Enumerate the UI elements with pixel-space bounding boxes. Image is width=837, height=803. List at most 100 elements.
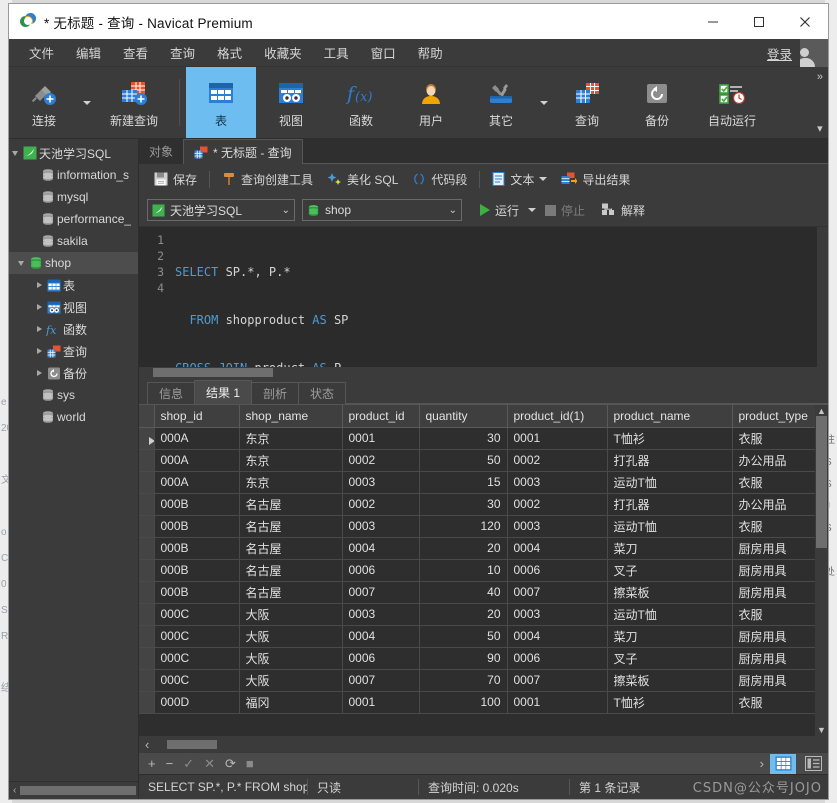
avatar[interactable] — [800, 39, 828, 67]
table-cell-shop-id[interactable]: 000A — [154, 427, 240, 450]
tree-node-tables[interactable]: 表 — [9, 274, 138, 296]
table-cell-shop-name[interactable]: 东京 — [239, 427, 343, 450]
expander-down-icon[interactable] — [15, 260, 27, 266]
table-cell-product-type[interactable]: 厨房用具 — [732, 537, 815, 560]
row-marker[interactable] — [139, 625, 155, 648]
table-cell-product-id-1-[interactable]: 0007 — [507, 581, 608, 604]
tree-node-sys[interactable]: sys — [9, 384, 138, 406]
table-row[interactable]: 000A 东京 0001 30 0001 T恤衫 衣服 — [139, 427, 815, 450]
table-cell-product-name[interactable]: 擦菜板 — [607, 581, 733, 604]
table-cell-product-name[interactable]: T恤衫 — [607, 427, 733, 450]
table-cell-quantity[interactable]: 30 — [419, 493, 508, 516]
table-cell-quantity[interactable]: 20 — [419, 537, 508, 560]
table-cell-quantity[interactable]: 15 — [419, 471, 508, 494]
editor-code-area[interactable]: SELECT SP.*, P.* FROM shopproduct AS SP … — [169, 227, 828, 423]
row-marker[interactable] — [139, 559, 155, 582]
other-dropdown-caret[interactable] — [536, 67, 552, 138]
table-row[interactable]: 000B 名古屋 0002 30 0002 打孔器 办公用品 — [139, 493, 815, 516]
explain-button[interactable]: 解释 — [594, 199, 652, 222]
close-button[interactable] — [782, 4, 828, 39]
table-cell-quantity[interactable]: 90 — [419, 647, 508, 670]
connection-dropdown-caret[interactable] — [79, 67, 95, 138]
row-marker[interactable] — [139, 647, 155, 670]
table-cell-product-id[interactable]: 0002 — [342, 493, 420, 516]
table-cell-product-name[interactable]: 运动T恤 — [607, 515, 733, 538]
tree-node-shop[interactable]: shop — [9, 252, 138, 274]
table-cell-quantity[interactable]: 10 — [419, 559, 508, 582]
text-mode-button[interactable]: 文本 — [485, 168, 554, 191]
cancel-edit-button[interactable]: ✕ — [200, 756, 219, 772]
result-grid[interactable]: shop_id shop_name product_id quantity pr… — [139, 405, 815, 714]
table-row[interactable]: 000C 大阪 0003 20 0003 运动T恤 衣服 — [139, 603, 815, 626]
table-cell-product-id-1-[interactable]: 0004 — [507, 537, 608, 560]
beautify-sql-button[interactable]: 美化 SQL — [320, 168, 405, 191]
table-cell-product-id-1-[interactable]: 0002 — [507, 449, 608, 472]
row-marker[interactable] — [139, 515, 155, 538]
grid-hscrollbar[interactable]: ‹ — [139, 736, 828, 752]
table-cell-product-name[interactable]: T恤衫 — [607, 691, 733, 714]
table-cell-shop-name[interactable]: 名古屋 — [239, 515, 343, 538]
tree-node-information-schema[interactable]: information_s — [9, 164, 138, 186]
table-cell-product-id-1-[interactable]: 0007 — [507, 669, 608, 692]
table-cell-product-id-1-[interactable]: 0002 — [507, 493, 608, 516]
tree-node-mysql[interactable]: mysql — [9, 186, 138, 208]
chevron-down-icon[interactable]: ⌄ — [278, 205, 290, 216]
row-marker[interactable] — [139, 603, 155, 626]
table-cell-quantity[interactable]: 50 — [419, 449, 508, 472]
table-row[interactable]: 000A 东京 0003 15 0003 运动T恤 衣服 — [139, 471, 815, 494]
table-cell-product-type[interactable]: 办公用品 — [732, 493, 815, 516]
ribbon-other[interactable]: 其它 — [466, 67, 536, 138]
ribbon-new-query[interactable]: 新建查询 — [95, 67, 173, 138]
remove-record-button[interactable]: − — [162, 756, 178, 771]
menu-view[interactable]: 查看 — [112, 39, 159, 66]
editor-hscroll-thumb[interactable] — [153, 368, 273, 377]
sql-editor[interactable]: 1 2 3 4 SELECT SP.*, P.* FROM shopproduc… — [139, 226, 828, 423]
ribbon-backup[interactable]: 备份 — [622, 67, 692, 138]
ribbon-more-icon[interactable]: ▾ — [817, 122, 823, 135]
sidebar-scroll-thumb[interactable] — [20, 786, 136, 795]
table-cell-product-type[interactable]: 厨房用具 — [732, 559, 815, 582]
table-cell-product-name[interactable]: 运动T恤 — [607, 471, 733, 494]
table-cell-product-id-1-[interactable]: 0001 — [507, 691, 608, 714]
table-cell-product-type[interactable]: 衣服 — [732, 691, 815, 714]
table-row[interactable]: 000B 名古屋 0003 120 0003 运动T恤 衣服 — [139, 515, 815, 538]
column-header-shop-name[interactable]: shop_name — [239, 405, 343, 428]
ribbon-view[interactable]: 视图 — [256, 67, 326, 138]
tree-node-connection[interactable]: 天池学习SQL — [9, 142, 138, 164]
table-cell-quantity[interactable]: 40 — [419, 581, 508, 604]
row-marker[interactable] — [139, 449, 155, 472]
snippets-button[interactable]: 代码段 — [405, 168, 474, 191]
table-cell-shop-name[interactable]: 东京 — [239, 449, 343, 472]
table-cell-quantity[interactable]: 20 — [419, 603, 508, 626]
expander-right-icon[interactable] — [33, 326, 45, 332]
expander-right-icon[interactable] — [33, 282, 45, 288]
table-cell-shop-id[interactable]: 000C — [154, 603, 240, 626]
table-cell-shop-name[interactable]: 福冈 — [239, 691, 343, 714]
table-cell-product-id[interactable]: 0007 — [342, 669, 420, 692]
column-header-product-type[interactable]: product_type — [732, 405, 815, 428]
table-cell-quantity[interactable]: 120 — [419, 515, 508, 538]
column-header-product-id[interactable]: product_id — [342, 405, 420, 428]
table-cell-shop-id[interactable]: 000B — [154, 493, 240, 516]
table-cell-product-name[interactable]: 菜刀 — [607, 537, 733, 560]
table-cell-product-type[interactable]: 厨房用具 — [732, 581, 815, 604]
stop-button[interactable]: ■ — [242, 756, 258, 771]
menu-format[interactable]: 格式 — [206, 39, 253, 66]
table-cell-product-type[interactable]: 衣服 — [732, 471, 815, 494]
table-cell-product-type[interactable]: 办公用品 — [732, 449, 815, 472]
table-cell-product-type[interactable]: 厨房用具 — [732, 625, 815, 648]
export-result-button[interactable]: 导出结果 — [554, 168, 637, 191]
result-grid-scroll[interactable]: shop_id shop_name product_id quantity pr… — [139, 405, 815, 736]
table-cell-shop-name[interactable]: 大阪 — [239, 669, 343, 692]
table-cell-product-name[interactable]: 打孔器 — [607, 493, 733, 516]
table-cell-product-type[interactable]: 衣服 — [732, 427, 815, 450]
row-marker[interactable] — [139, 691, 155, 714]
table-cell-product-name[interactable]: 菜刀 — [607, 625, 733, 648]
table-cell-shop-name[interactable]: 名古屋 — [239, 581, 343, 604]
login-link[interactable]: 登录 — [767, 44, 792, 63]
table-cell-shop-id[interactable]: 000C — [154, 669, 240, 692]
editor-hscrollbar[interactable] — [139, 367, 828, 378]
table-cell-product-id[interactable]: 0001 — [342, 427, 420, 450]
tree-node-views[interactable]: 视图 — [9, 296, 138, 318]
chevron-down-icon[interactable]: ⌄ — [445, 205, 457, 216]
